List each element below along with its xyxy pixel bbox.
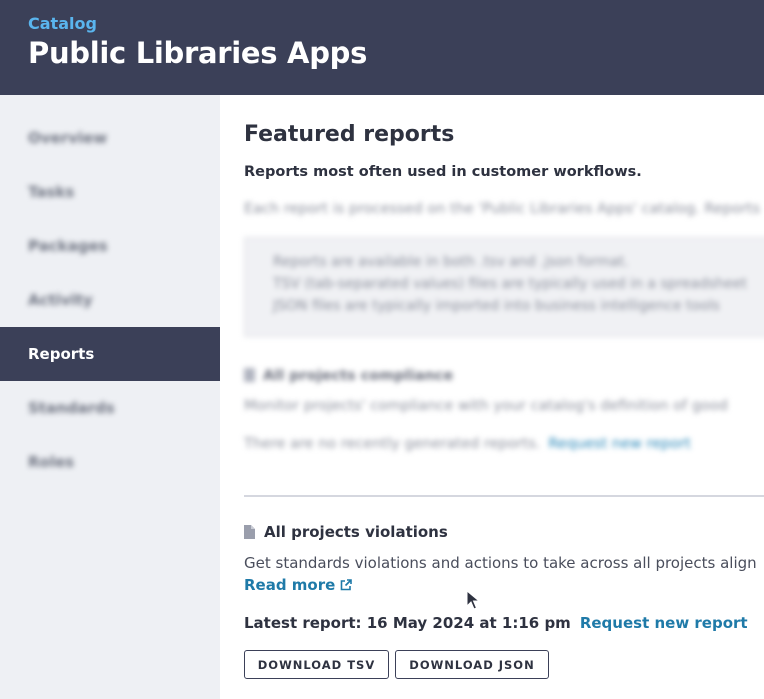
no-reports-text: There are no recently generated reports. xyxy=(244,436,541,452)
download-json-button[interactable]: DOWNLOAD JSON xyxy=(395,650,549,679)
sidebar-item-reports[interactable]: Reports xyxy=(0,327,220,381)
document-icon xyxy=(244,368,255,382)
sidebar-item-activity[interactable]: Activity xyxy=(0,273,220,327)
breadcrumb-catalog[interactable]: Catalog xyxy=(28,14,97,33)
info-line: Reports are available in both .tsv and .… xyxy=(273,254,629,270)
app-header: Catalog Public Libraries Apps xyxy=(0,0,764,95)
request-new-report-link[interactable]: Request new report xyxy=(548,436,690,452)
document-icon xyxy=(244,525,255,539)
report-violations-title: All projects violations xyxy=(244,523,448,541)
read-more-link[interactable]: Read more xyxy=(244,576,353,594)
report-violations-description: Get standards violations and actions to … xyxy=(244,554,757,572)
mouse-pointer-icon xyxy=(466,590,480,610)
info-line: JSON files are typically imported into b… xyxy=(273,298,720,314)
report-compliance-title: All projects compliance xyxy=(244,368,453,384)
sidebar-item-overview[interactable]: Overview xyxy=(0,111,220,165)
report-compliance-description: Monitor projects' compliance with your c… xyxy=(244,398,728,414)
request-new-report-link[interactable]: Request new report xyxy=(580,614,748,632)
latest-report-label: Latest report: 16 May 2024 at 1:16 pm xyxy=(244,614,571,632)
section-subheading: Reports most often used in customer work… xyxy=(244,164,642,180)
sidebar-item-standards[interactable]: Standards xyxy=(0,381,220,435)
info-line: TSV (tab-separated values) files are typ… xyxy=(273,276,747,292)
sidebar-item-tasks[interactable]: Tasks xyxy=(0,165,220,219)
section-heading: Featured reports xyxy=(244,122,455,147)
page-title: Public Libraries Apps xyxy=(28,36,368,70)
latest-report-line: Latest report: 16 May 2024 at 1:16 pm Req… xyxy=(244,614,748,632)
intro-text: Each report is processed on the 'Public … xyxy=(244,201,761,217)
external-link-icon xyxy=(341,579,353,591)
main-content: Featured reports Reports most often used… xyxy=(220,95,764,699)
report-compliance-status: There are no recently generated reports.… xyxy=(244,436,691,452)
sidebar: Overview Tasks Packages Activity Reports… xyxy=(0,95,220,699)
sidebar-item-packages[interactable]: Packages xyxy=(0,219,220,273)
download-tsv-button[interactable]: DOWNLOAD TSV xyxy=(244,650,389,679)
sidebar-item-roles[interactable]: Roles xyxy=(0,435,220,489)
divider xyxy=(244,495,764,497)
format-info-box: Reports are available in both .tsv and .… xyxy=(244,237,764,337)
